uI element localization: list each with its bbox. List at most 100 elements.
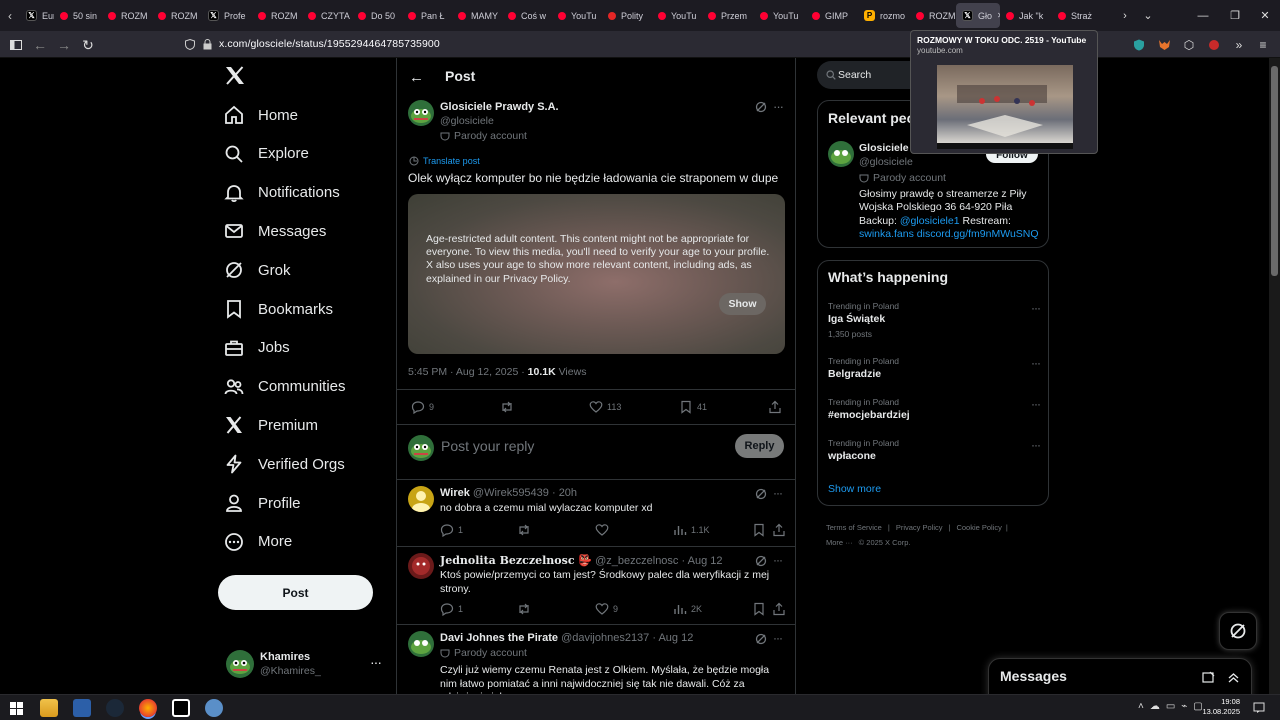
browser-tab[interactable]: ROZM [152,0,202,31]
browser-tab[interactable]: 50 sin [54,0,102,31]
reply-author-handle[interactable]: @z_bezczelnosc [595,555,678,567]
sidebar-item-verified-orgs[interactable]: Verified Orgs [224,446,345,482]
trend-more-icon[interactable]: ··· [1031,438,1041,452]
reply-time[interactable]: · 20h [552,487,577,499]
sidebar-item-notifications[interactable]: Notifications [224,175,340,211]
browser-tab[interactable]: Straż [1052,0,1096,31]
extension-puzzle-icon[interactable]: ⬡ [1180,36,1198,54]
messages-drawer[interactable]: Messages [988,658,1252,698]
browser-tab[interactable]: ROZM [910,0,956,31]
bio-mention-link[interactable]: @glosiciele1 [900,215,960,227]
reply-action[interactable]: 9 [411,400,434,414]
reply-repost-action[interactable] [517,602,531,616]
windows-start-icon[interactable] [10,702,23,715]
file-explorer-icon[interactable] [40,699,58,717]
sidebar-item-more[interactable]: More [224,524,292,560]
capcut-icon[interactable] [172,699,190,717]
grok-icon[interactable] [755,488,767,500]
browser-tab[interactable]: ROZM [252,0,302,31]
show-media-button[interactable]: Show [719,293,766,315]
reply-more-icon[interactable]: ··· [773,631,783,645]
sidebar-item-grok[interactable]: Grok [224,252,291,288]
cookie-link[interactable]: Cookie Policy [956,523,1001,532]
footer-more-link[interactable]: More ··· [826,538,853,547]
browser-tab[interactable]: Przem [702,0,754,31]
person-handle[interactable]: @glosiciele [859,156,913,168]
reply-author-name[interactable]: Jednolita Bezczelnosc 👺 [440,554,592,567]
sidebar-item-bookmarks[interactable]: Bookmarks [224,291,333,327]
like-action[interactable]: 113 [589,400,621,414]
x-logo-icon[interactable] [225,66,245,85]
reply-avatar[interactable] [408,631,434,657]
author-avatar[interactable] [408,100,434,126]
back-arrow-icon[interactable]: ← [31,36,49,54]
tab-scroll-left-button[interactable]: ‹ [0,0,20,31]
steam-icon[interactable] [106,699,124,717]
reply-reply-action[interactable]: 1 [440,523,463,537]
show-more-link[interactable]: Show more [828,483,881,495]
grok-icon[interactable] [755,633,767,645]
reply-repost-action[interactable] [517,523,531,537]
overflow-chevron-icon[interactable]: » [1230,36,1248,54]
browser-tab[interactable]: YouTu [552,0,602,31]
close-window-button[interactable]: ✕ [1250,0,1280,31]
browser-tab[interactable]: CZYTA [302,0,352,31]
sidebar-item-home[interactable]: Home [224,97,298,133]
repost-action[interactable] [500,400,514,414]
author-handle[interactable]: @glosiciele [440,115,494,127]
chevron-up-icon[interactable] [1227,671,1240,684]
account-more-icon[interactable]: ··· [370,654,382,670]
author-name[interactable]: Glosiciele Prawdy S.A. [440,101,559,113]
sidebar-item-profile[interactable]: Profile [224,485,301,521]
reply-time[interactable]: · Aug 12 [652,632,693,644]
extension-badge-icon[interactable] [1205,36,1223,54]
reply-like-action[interactable]: 9 [595,602,618,616]
browser-tab[interactable]: 𝕏 Profe [202,0,252,31]
account-switcher[interactable]: Khamires @Khamires_ ··· [224,646,384,682]
grok-icon[interactable] [755,101,767,113]
browser-tab[interactable]: Do 50 [352,0,402,31]
privacy-link[interactable]: Privacy Policy [896,523,943,532]
browser-tab[interactable]: Coś w [502,0,552,31]
sidebar-item-jobs[interactable]: Jobs [224,330,290,366]
reply-author-name[interactable]: Davi Johnes the Pirate [440,632,558,644]
reply-like-action[interactable] [595,523,609,537]
bio-links[interactable]: swinka.fans discord.gg/fm9nMWuSNQ [859,228,1047,241]
menu-hamburger-icon[interactable]: ≡ [1254,36,1272,54]
browser-tab[interactable]: YouTu [652,0,702,31]
sidebar-toggle-icon[interactable] [7,36,25,54]
extension-shield-icon[interactable] [1130,36,1148,54]
browser-tab[interactable]: GIMP [806,0,858,31]
browser-tab[interactable]: Jak "k [1000,0,1052,31]
reply-bookmark-action[interactable] [752,523,766,537]
reply-share-action[interactable] [772,523,786,537]
app-icon[interactable] [73,699,91,717]
browser-tab[interactable]: YouTu [754,0,806,31]
new-message-icon[interactable] [1202,671,1215,684]
trend-item[interactable]: Trending in Poland #emocjebardziej ··· [828,397,1041,437]
maximize-button[interactable]: ❐ [1220,0,1250,31]
list-item[interactable]: Jednolita Bezczelnosc 👺 @z_bezczelnosc ·… [397,547,795,624]
reply-time[interactable]: · Aug 12 [682,555,723,567]
forward-arrow-icon[interactable]: → [55,36,73,54]
notification-icon[interactable] [1253,702,1265,714]
trend-item[interactable]: Trending in Poland Belgradzie ··· [828,356,1041,396]
browser-tab[interactable]: Pan Ł [402,0,452,31]
browser-tab[interactable]: 𝕏Gło✕ [956,3,1000,28]
grok-icon[interactable] [755,555,767,567]
clock-date[interactable]: 13.08.2025 [1200,707,1240,717]
trend-more-icon[interactable]: ··· [1031,301,1041,315]
reply-author-name[interactable]: Wirek [440,487,470,499]
firefox-icon[interactable] [139,699,157,717]
post-timestamp[interactable]: 5:45 PM · Aug 12, 2025 · [408,366,528,378]
reply-views-action[interactable]: 1.1K [673,523,710,537]
reply-share-action[interactable] [772,602,786,616]
post-more-icon[interactable]: ··· [773,99,784,114]
trend-more-icon[interactable]: ··· [1031,356,1041,370]
translate-post-link[interactable]: Translate post [409,156,480,166]
minimize-button[interactable]: — [1188,0,1218,31]
compose-post-button[interactable]: Post [218,575,373,610]
grok-float-button[interactable] [1219,612,1257,650]
trend-more-icon[interactable]: ··· [1031,397,1041,411]
sidebar-item-messages[interactable]: Messages [224,213,326,249]
